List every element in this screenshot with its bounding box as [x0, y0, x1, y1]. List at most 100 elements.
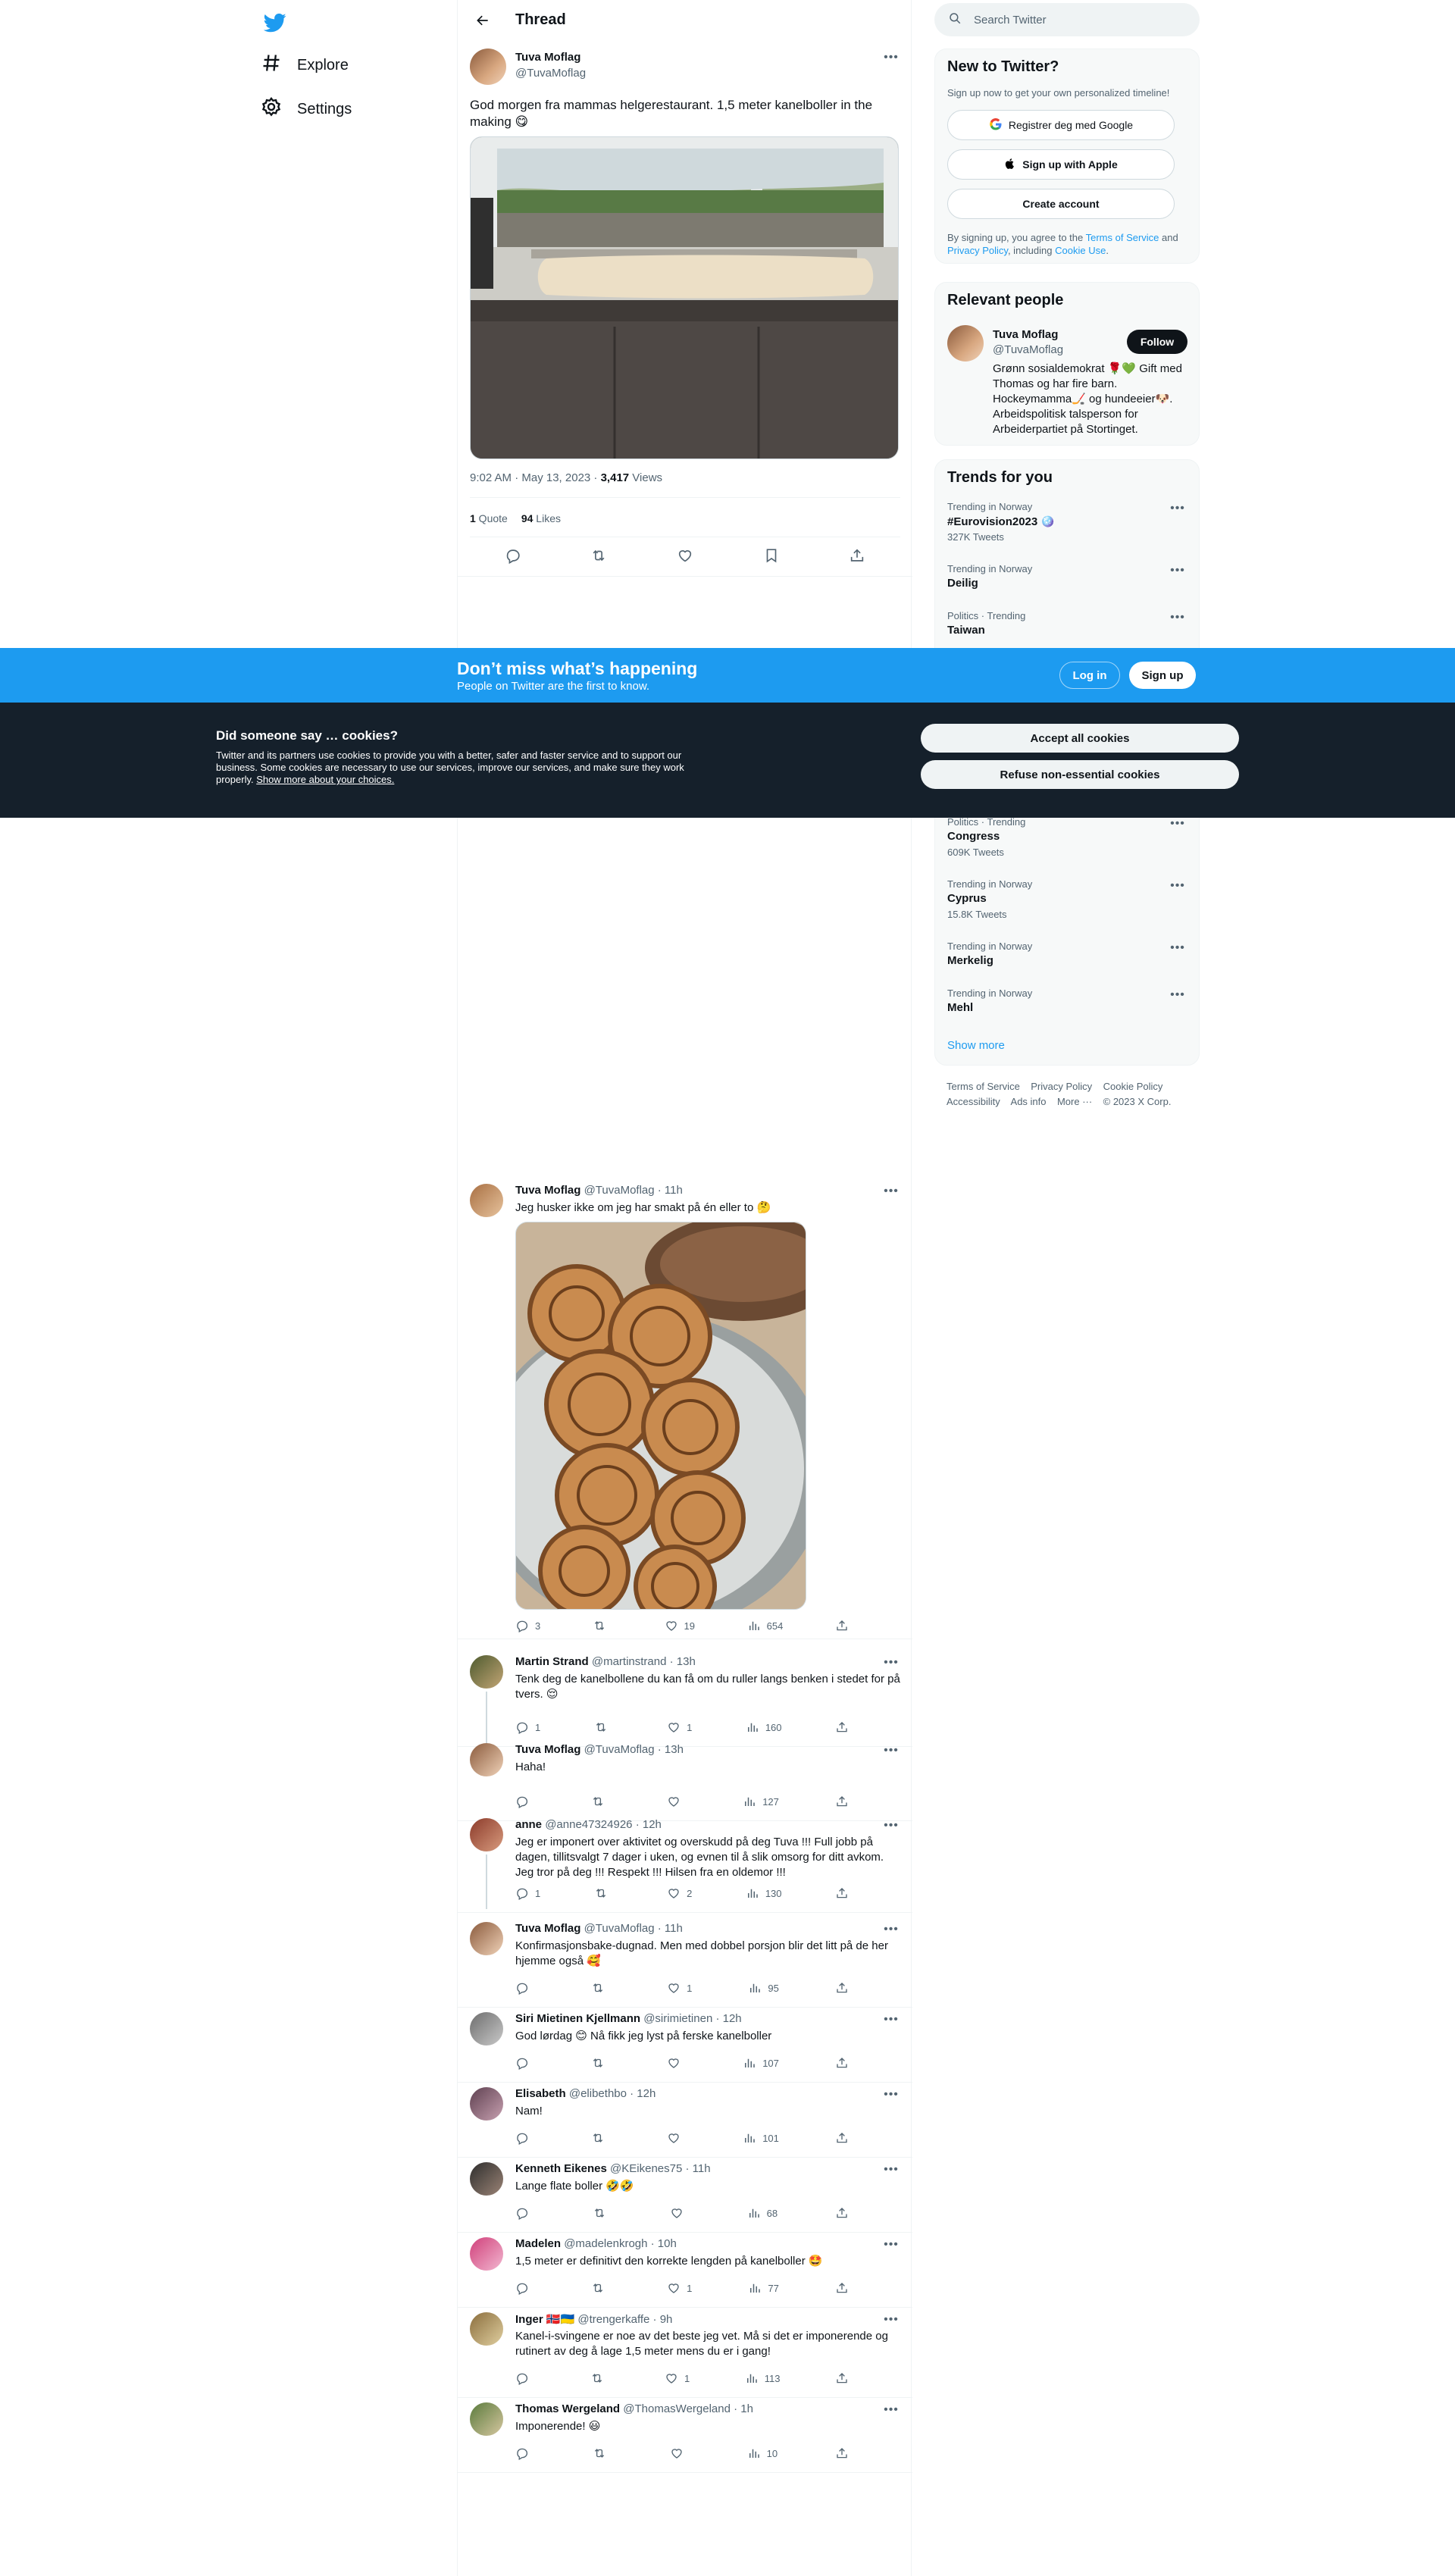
reply-tweet[interactable]: Kenneth Eikenes @KEikenes75 · 11h ••• Lang… [458, 2162, 912, 2233]
like-button[interactable] [670, 2446, 690, 2460]
views-button[interactable]: 107 [743, 2056, 779, 2070]
reply-tweet[interactable]: Tuva Moflag @TuvaMoflag · 11h ••• Jeg husk… [458, 1182, 912, 1639]
retweet-button[interactable] [593, 1619, 612, 1632]
avatar[interactable] [470, 2312, 503, 2346]
avatar[interactable] [470, 2087, 503, 2121]
like-button[interactable]: 1 [667, 1720, 692, 1734]
reply-tweet[interactable]: Tuva Moflag @TuvaMoflag · 13h ••• Haha! 12… [458, 1743, 912, 1821]
privacy-link[interactable]: Privacy Policy [947, 245, 1008, 256]
reply-button[interactable] [515, 2056, 535, 2070]
accept-cookies-button[interactable]: Accept all cookies [921, 724, 1239, 753]
reply-button[interactable] [515, 2371, 535, 2385]
trend-item[interactable]: Trending in Norway Deilig ••• [935, 560, 1199, 606]
avatar[interactable] [470, 2012, 503, 2045]
reply-meta[interactable]: @TuvaMoflag · 13h [584, 1743, 684, 1756]
reply-author-name[interactable]: Thomas Wergeland [515, 2402, 620, 2415]
reply-meta[interactable]: @TuvaMoflag · 11h [584, 1184, 683, 1197]
avatar[interactable] [470, 1743, 503, 1776]
views-button[interactable]: 101 [743, 2131, 779, 2145]
avatar[interactable] [947, 325, 984, 362]
retweet-button[interactable] [593, 2206, 612, 2220]
reply-button[interactable]: 3 [515, 1619, 540, 1632]
like-button[interactable] [670, 2206, 690, 2220]
more-options-icon[interactable]: ••• [1169, 877, 1187, 895]
reply-tweet[interactable]: Thomas Wergeland @ThomasWergeland · 1h ••… [458, 2401, 912, 2473]
share-button[interactable] [835, 2056, 849, 2070]
follow-button[interactable]: Follow [1127, 330, 1187, 354]
views-button[interactable]: 68 [747, 2206, 778, 2220]
footer-accessibility[interactable]: Accessibility [947, 1096, 1000, 1107]
reply-tweet[interactable]: Elisabeth @elibethbo · 12h ••• Nam! 101 [458, 2086, 912, 2158]
like-button[interactable]: 1 [667, 2281, 692, 2295]
reply-meta[interactable]: @madelenkrogh · 10h [564, 2237, 677, 2250]
reply-button[interactable]: 1 [515, 1886, 540, 1900]
reply-meta[interactable]: @trengerkaffe · 9h [577, 2313, 672, 2326]
reply-tweet[interactable]: Madelen @madelenkrogh · 10h ••• 1,5 meter … [458, 2236, 912, 2308]
share-button[interactable] [835, 1795, 849, 1808]
reply-tweet[interactable]: Inger 🇳🇴🇺🇦 @trengerkaffe · 9h ••• Kanel-i-… [458, 2311, 912, 2398]
views-button[interactable]: 130 [746, 1886, 782, 1900]
create-account-button[interactable]: Create account [947, 189, 1175, 219]
reply-button[interactable] [515, 2206, 535, 2220]
reply-meta[interactable]: @sirimietinen · 12h [643, 2012, 741, 2025]
trend-item[interactable]: Politics · Trending Taiwan ••• [935, 607, 1199, 653]
terms-link[interactable]: Terms of Service [1086, 232, 1159, 243]
reply-meta[interactable]: @elibethbo · 12h [569, 2087, 656, 2100]
more-options-icon[interactable]: ••• [882, 1654, 900, 1672]
views-button[interactable]: 127 [743, 1795, 779, 1808]
footer-terms[interactable]: Terms of Service [947, 1081, 1020, 1092]
cookie-choices-link[interactable]: Show more about your choices. [256, 774, 394, 785]
retweet-button[interactable] [594, 1886, 614, 1900]
reply-tweet[interactable]: Tuva Moflag @TuvaMoflag · 11h ••• Konfirma… [458, 1922, 912, 2008]
like-button[interactable] [667, 1795, 687, 1808]
reply-meta[interactable]: @martinstrand · 13h [592, 1655, 696, 1668]
footer-privacy[interactable]: Privacy Policy [1031, 1081, 1092, 1092]
cookie-use-link[interactable]: Cookie Use [1055, 245, 1106, 256]
trend-item[interactable]: Trending in Norway Mehl ••• [935, 984, 1199, 1030]
more-options-icon[interactable]: ••• [882, 2401, 900, 2419]
signup-button[interactable]: Sign up [1129, 662, 1196, 689]
retweet-button[interactable] [591, 2281, 611, 2295]
reply-author-name[interactable]: Tuva Moflag [515, 1922, 580, 1935]
refuse-cookies-button[interactable]: Refuse non-essential cookies [921, 760, 1239, 789]
more-options-icon[interactable]: ••• [882, 2086, 900, 2104]
share-button[interactable] [835, 2371, 849, 2385]
reply-button[interactable] [515, 1981, 535, 1995]
views-button[interactable]: 95 [748, 1981, 779, 1995]
more-options-icon[interactable]: ••• [882, 2011, 900, 2029]
more-options-icon[interactable]: ••• [1169, 986, 1187, 1004]
share-button[interactable] [835, 1981, 849, 1995]
reply-button[interactable] [515, 1795, 535, 1808]
more-options-icon[interactable]: ••• [1169, 939, 1187, 957]
share-button[interactable] [835, 2281, 849, 2295]
views-button[interactable]: 160 [746, 1720, 782, 1734]
avatar[interactable] [470, 1655, 503, 1689]
trend-item[interactable]: Trending in Norway Merkelig ••• [935, 937, 1199, 983]
avatar[interactable] [470, 2402, 503, 2436]
retweet-button[interactable] [591, 2056, 611, 2070]
nav-explore[interactable]: Explore [261, 45, 349, 85]
views-button[interactable]: 654 [747, 1619, 783, 1632]
share-button[interactable] [835, 2131, 849, 2145]
trend-item[interactable]: Trending in Norway #Eurovision2023 🪩 327… [935, 498, 1199, 543]
more-options-icon[interactable]: ••• [882, 2311, 900, 2329]
retweet-button[interactable] [590, 2371, 610, 2385]
more-options-icon[interactable]: ••• [882, 2236, 900, 2254]
avatar[interactable] [470, 2162, 503, 2196]
reply-author-name[interactable]: anne [515, 1818, 542, 1831]
avatar[interactable] [470, 1818, 503, 1851]
trend-item[interactable]: Trending in Norway Cyprus 15.8K Tweets •… [935, 875, 1199, 921]
more-options-icon[interactable]: ••• [882, 1182, 900, 1200]
share-button[interactable] [835, 2206, 849, 2220]
views-button[interactable]: 10 [747, 2446, 778, 2460]
reply-photo[interactable] [515, 1222, 806, 1610]
like-button[interactable]: 1 [667, 1981, 692, 1995]
retweet-button[interactable] [591, 1795, 611, 1808]
search-box[interactable]: Search Twitter [934, 3, 1200, 36]
footer-ads[interactable]: Ads info [1011, 1096, 1047, 1107]
reply-author-name[interactable]: Martin Strand [515, 1655, 589, 1668]
google-signup-button[interactable]: Registrer deg med Google [947, 110, 1175, 140]
retweet-button[interactable] [593, 2446, 612, 2460]
relevant-person-name[interactable]: Tuva Moflag [993, 328, 1058, 341]
retweet-button[interactable] [591, 2131, 611, 2145]
